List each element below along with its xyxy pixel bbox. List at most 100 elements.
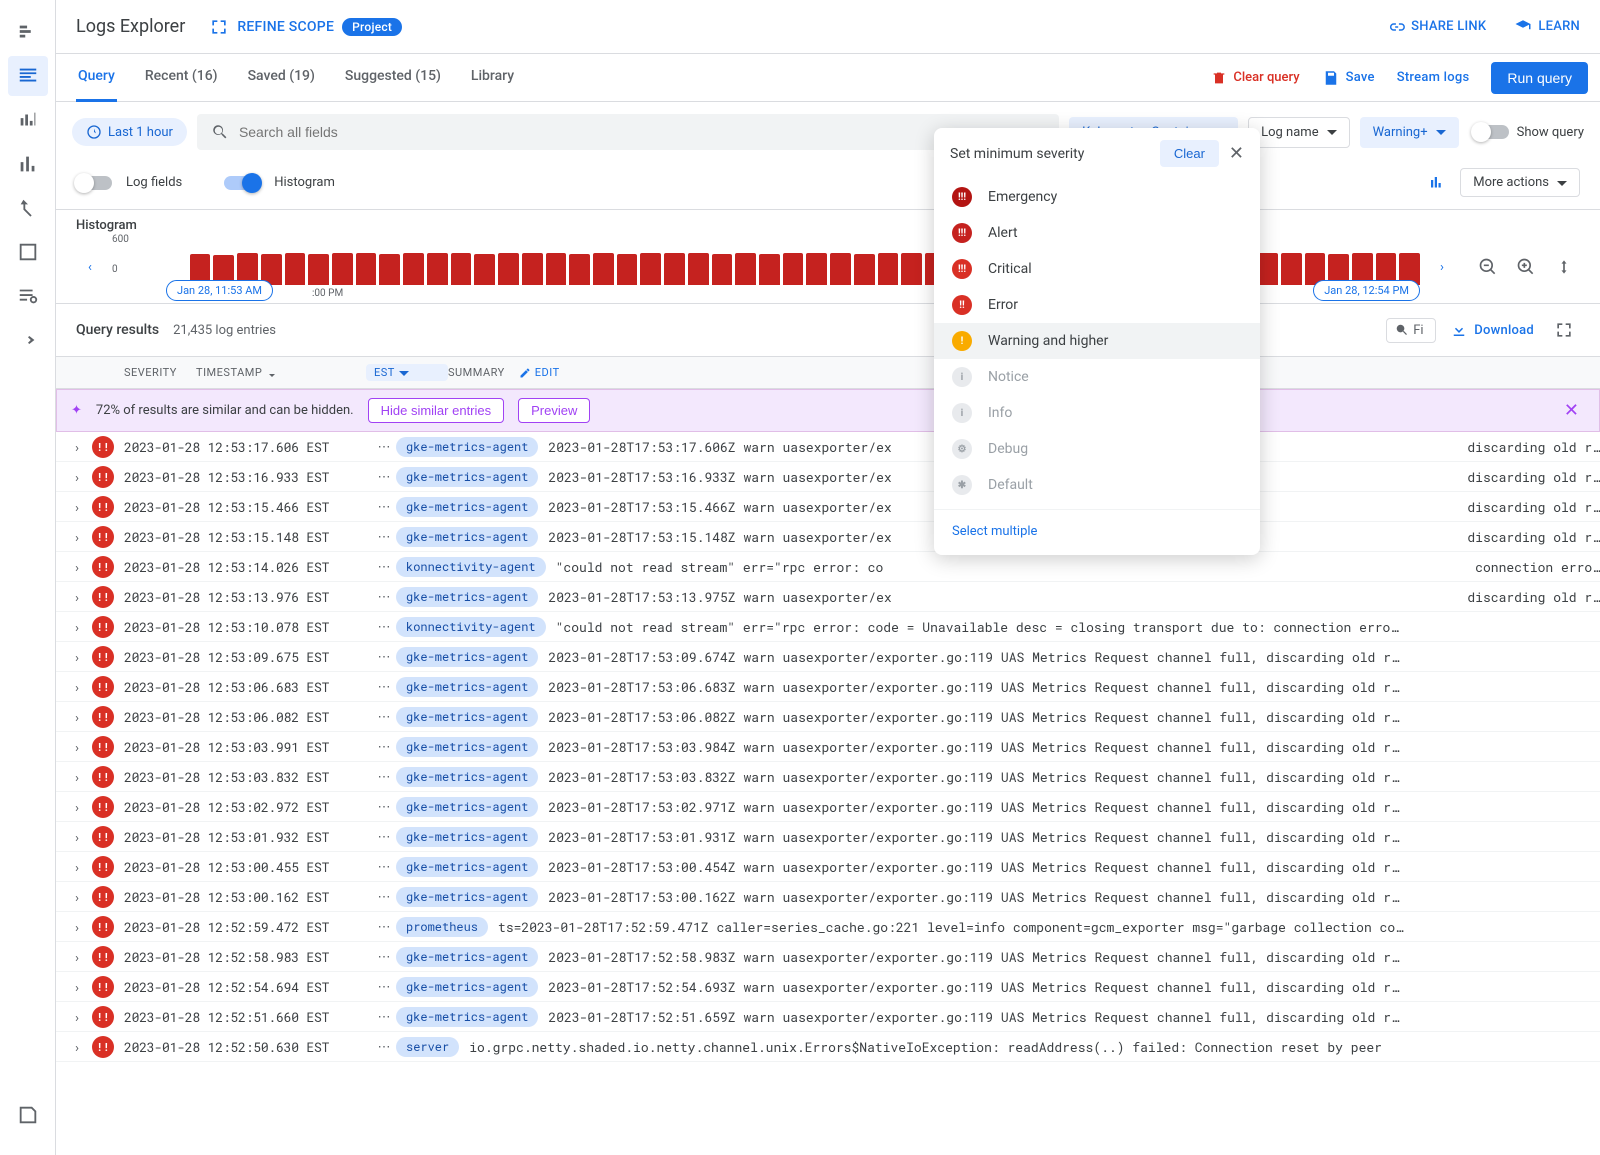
histogram-bar[interactable] xyxy=(569,254,590,285)
log-source-tag[interactable]: gke-metrics-agent xyxy=(396,527,538,547)
more-actions-button[interactable]: More actions xyxy=(1460,168,1580,197)
log-row[interactable]: ›!!2023-01-28 12:52:54.694 EST⋯gke-metri… xyxy=(56,972,1600,1002)
log-row[interactable]: ›!!2023-01-28 12:53:06.683 EST⋯gke-metri… xyxy=(56,672,1600,702)
log-more-icon[interactable]: ⋯ xyxy=(372,919,396,935)
log-source-tag[interactable]: gke-metrics-agent xyxy=(396,767,538,787)
log-row[interactable]: ›!!2023-01-28 12:53:17.606 EST⋯gke-metri… xyxy=(56,432,1600,462)
log-source-tag[interactable]: gke-metrics-agent xyxy=(396,677,538,697)
rail-router-icon[interactable] xyxy=(8,188,48,228)
histogram-bar[interactable] xyxy=(901,253,922,285)
expand-icon[interactable]: › xyxy=(66,948,88,966)
expand-icon[interactable]: › xyxy=(66,1008,88,1026)
histogram-bar[interactable] xyxy=(498,253,519,285)
log-more-icon[interactable]: ⋯ xyxy=(372,1039,396,1055)
log-row[interactable]: ›!!2023-01-28 12:53:00.162 EST⋯gke-metri… xyxy=(56,882,1600,912)
histogram-bar[interactable] xyxy=(356,253,377,285)
col-severity[interactable]: SEVERITY xyxy=(124,366,196,379)
severity-filter-chip[interactable]: Warning+ xyxy=(1360,117,1459,148)
log-source-tag[interactable]: gke-metrics-agent xyxy=(396,827,538,847)
severity-item-warning[interactable]: !Warning and higher xyxy=(934,323,1260,359)
tab-library[interactable]: Library xyxy=(469,54,516,102)
log-more-icon[interactable]: ⋯ xyxy=(372,1009,396,1025)
expand-icon[interactable]: › xyxy=(66,438,88,456)
histogram-bar[interactable] xyxy=(593,253,614,285)
histogram-bar[interactable] xyxy=(617,254,638,285)
histogram-bar[interactable] xyxy=(854,254,875,285)
log-row[interactable]: ›!!2023-01-28 12:53:03.991 EST⋯gke-metri… xyxy=(56,732,1600,762)
histogram-prev-button[interactable]: ‹ xyxy=(76,253,104,281)
rail-storage-icon[interactable] xyxy=(8,232,48,272)
severity-item-critical[interactable]: !!!Critical xyxy=(934,251,1260,287)
log-source-tag[interactable]: gke-metrics-agent xyxy=(396,587,538,607)
rail-analytics-icon[interactable] xyxy=(8,144,48,184)
log-more-icon[interactable]: ⋯ xyxy=(372,559,396,575)
severity-item-notice[interactable]: iNotice xyxy=(934,359,1260,395)
histogram-bar[interactable] xyxy=(759,254,780,285)
expand-icon[interactable]: › xyxy=(66,498,88,516)
log-source-tag[interactable]: gke-metrics-agent xyxy=(396,947,538,967)
expand-icon[interactable]: › xyxy=(66,528,88,546)
severity-clear-button[interactable]: Clear xyxy=(1160,140,1219,167)
histogram-bar[interactable] xyxy=(474,254,495,285)
histogram-bar[interactable] xyxy=(451,253,472,285)
log-more-icon[interactable]: ⋯ xyxy=(372,439,396,455)
log-row[interactable]: ›!!2023-01-28 12:53:14.026 EST⋯konnectiv… xyxy=(56,552,1600,582)
log-row[interactable]: ›!!2023-01-28 12:53:06.082 EST⋯gke-metri… xyxy=(56,702,1600,732)
histogram-bar[interactable] xyxy=(332,253,353,285)
log-more-icon[interactable]: ⋯ xyxy=(372,649,396,665)
log-fields-toggle[interactable] xyxy=(76,176,112,190)
learn-button[interactable]: LEARN xyxy=(1514,18,1580,36)
histogram-bar[interactable] xyxy=(712,254,733,285)
log-source-tag[interactable]: gke-metrics-agent xyxy=(396,737,538,757)
histogram-toggle[interactable] xyxy=(224,176,260,190)
log-row[interactable]: ›!!2023-01-28 12:52:50.630 EST⋯serverio.… xyxy=(56,1032,1600,1062)
expand-icon[interactable]: › xyxy=(66,558,88,576)
histogram-bar[interactable] xyxy=(1281,253,1302,285)
search-field[interactable] xyxy=(239,124,1045,140)
select-multiple-link[interactable]: Select multiple xyxy=(934,509,1260,547)
expand-icon[interactable]: › xyxy=(66,468,88,486)
log-source-tag[interactable]: server xyxy=(396,1037,459,1057)
log-source-tag[interactable]: gke-metrics-agent xyxy=(396,467,538,487)
tab-suggested[interactable]: Suggested (15) xyxy=(343,54,443,102)
log-more-icon[interactable]: ⋯ xyxy=(372,679,396,695)
log-row[interactable]: ›!!2023-01-28 12:52:59.472 EST⋯prometheu… xyxy=(56,912,1600,942)
show-query-toggle[interactable] xyxy=(1473,125,1509,139)
close-icon[interactable]: ✕ xyxy=(1229,143,1244,164)
time-range-chip[interactable]: Last 1 hour xyxy=(72,118,187,146)
save-button[interactable]: Save xyxy=(1322,69,1375,87)
rail-metrics-icon[interactable] xyxy=(8,100,48,140)
severity-item-alert[interactable]: !!!Alert xyxy=(934,215,1260,251)
zoom-in-button[interactable] xyxy=(1510,251,1542,283)
log-row[interactable]: ›!!2023-01-28 12:52:58.983 EST⋯gke-metri… xyxy=(56,942,1600,972)
rail-search-list-icon[interactable] xyxy=(8,276,48,316)
expand-vertical-button[interactable] xyxy=(1548,251,1580,283)
log-more-icon[interactable]: ⋯ xyxy=(372,529,396,545)
fullscreen-button[interactable] xyxy=(1548,314,1580,346)
log-source-tag[interactable]: konnectivity-agent xyxy=(396,557,546,577)
create-metric-button[interactable] xyxy=(1428,174,1446,192)
log-more-icon[interactable]: ⋯ xyxy=(372,469,396,485)
expand-icon[interactable]: › xyxy=(66,768,88,786)
log-row[interactable]: ›!!2023-01-28 12:53:00.455 EST⋯gke-metri… xyxy=(56,852,1600,882)
run-query-button[interactable]: Run query xyxy=(1491,62,1588,94)
expand-icon[interactable]: › xyxy=(66,738,88,756)
log-source-tag[interactable]: gke-metrics-agent xyxy=(396,887,538,907)
log-source-tag[interactable]: gke-metrics-agent xyxy=(396,497,538,517)
log-source-tag[interactable]: gke-metrics-agent xyxy=(396,647,538,667)
severity-item-debug[interactable]: ⚙Debug xyxy=(934,431,1260,467)
log-row[interactable]: ›!!2023-01-28 12:53:15.148 EST⋯gke-metri… xyxy=(56,522,1600,552)
expand-icon[interactable]: › xyxy=(66,828,88,846)
log-more-icon[interactable]: ⋯ xyxy=(372,949,396,965)
timezone-selector[interactable]: EST xyxy=(366,364,448,381)
log-row[interactable]: ›!!2023-01-28 12:53:02.972 EST⋯gke-metri… xyxy=(56,792,1600,822)
expand-icon[interactable]: › xyxy=(66,858,88,876)
close-banner-button[interactable]: ✕ xyxy=(1558,400,1585,421)
expand-icon[interactable]: › xyxy=(66,588,88,606)
histogram-end-marker[interactable]: Jan 28, 12:54 PM xyxy=(1313,280,1420,301)
histogram-bar[interactable] xyxy=(379,254,400,285)
log-source-tag[interactable]: gke-metrics-agent xyxy=(396,437,538,457)
severity-item-info[interactable]: iInfo xyxy=(934,395,1260,431)
histogram-bar[interactable] xyxy=(735,253,756,285)
log-row[interactable]: ›!!2023-01-28 12:53:10.078 EST⋯konnectiv… xyxy=(56,612,1600,642)
